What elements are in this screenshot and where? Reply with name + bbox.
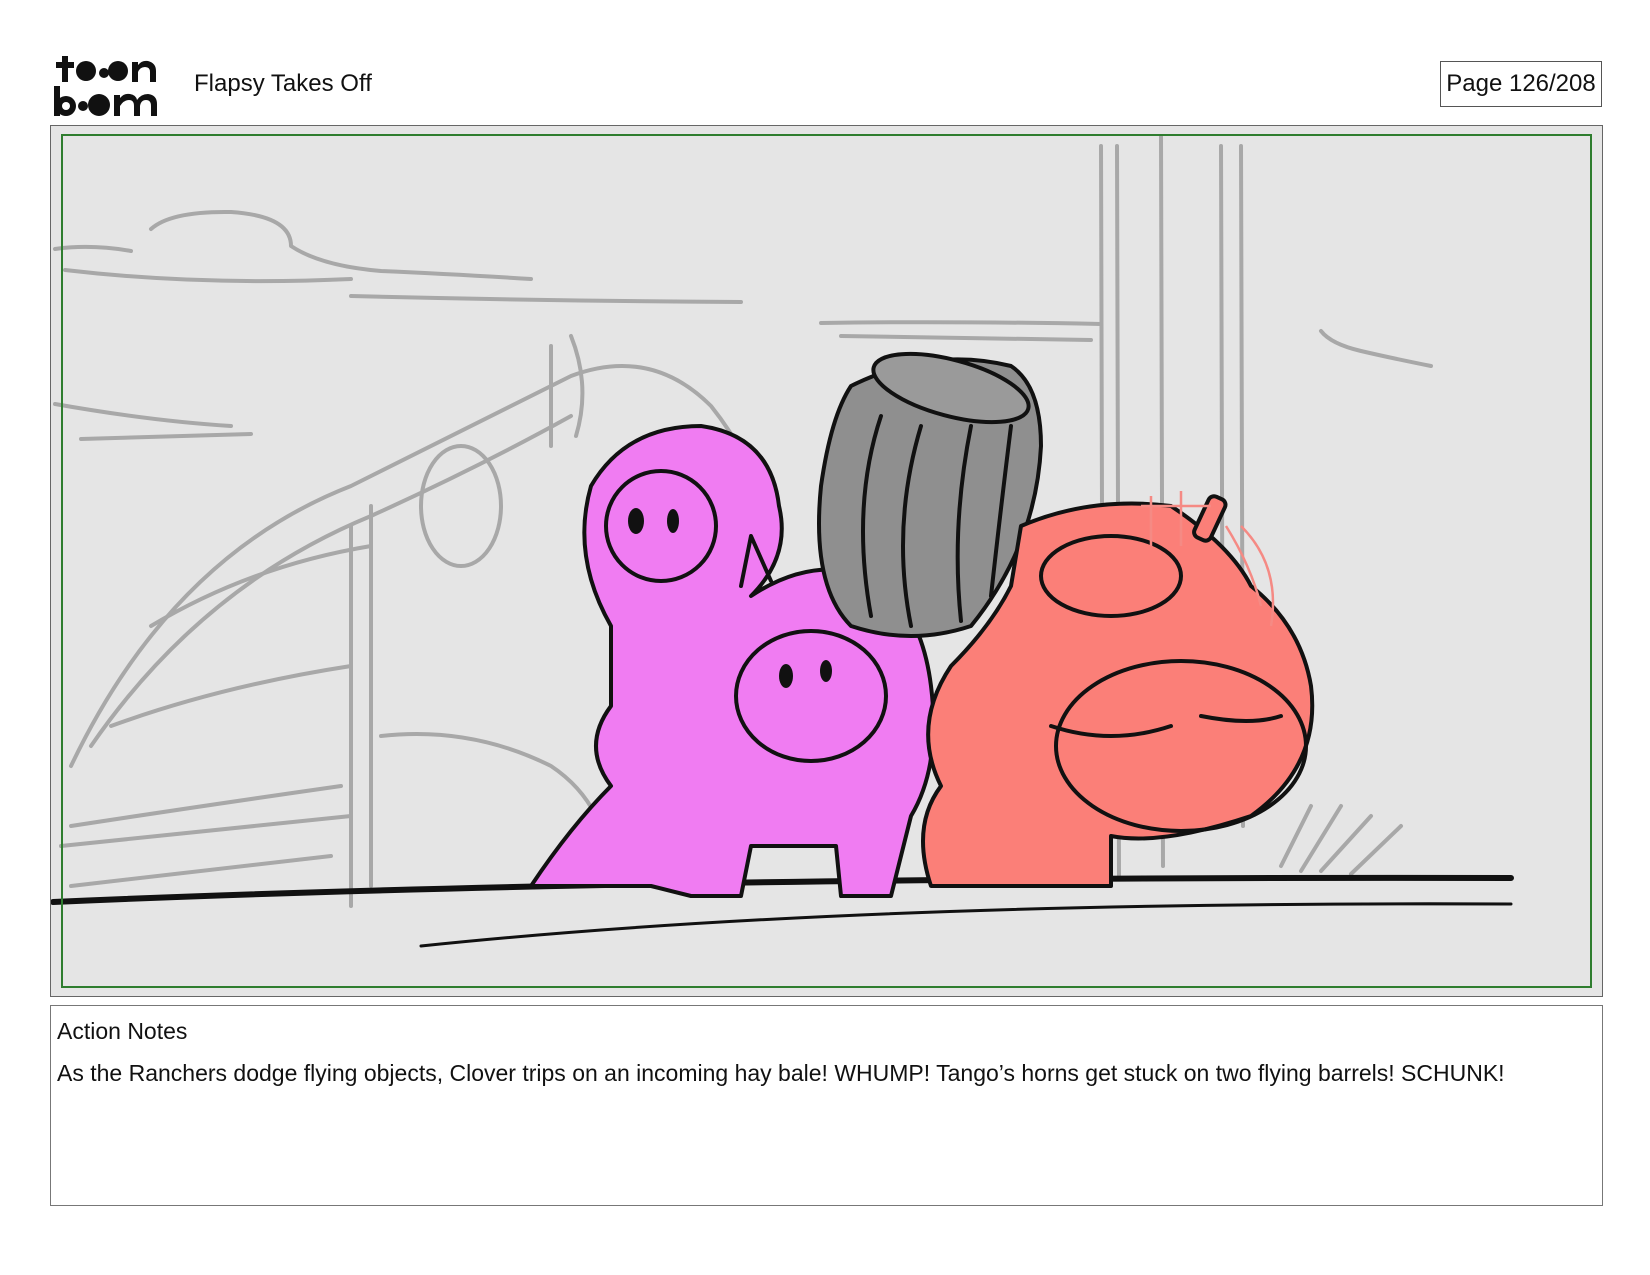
page-counter: Page 126/208 xyxy=(1440,61,1602,107)
action-notes-box: Action Notes As the Ranchers dodge flyin… xyxy=(50,1005,1603,1206)
panel-sketch xyxy=(51,134,1514,948)
toon-boom-logo xyxy=(52,52,172,118)
project-title: Flapsy Takes Off xyxy=(194,70,372,97)
action-notes-heading: Action Notes xyxy=(57,1018,188,1044)
action-notes-text: As the Ranchers dodge flying objects, Cl… xyxy=(57,1060,1505,1086)
storyboard-panel xyxy=(50,125,1603,997)
ground-lines xyxy=(51,874,1514,948)
toon-boom-logo-mark xyxy=(54,56,157,116)
